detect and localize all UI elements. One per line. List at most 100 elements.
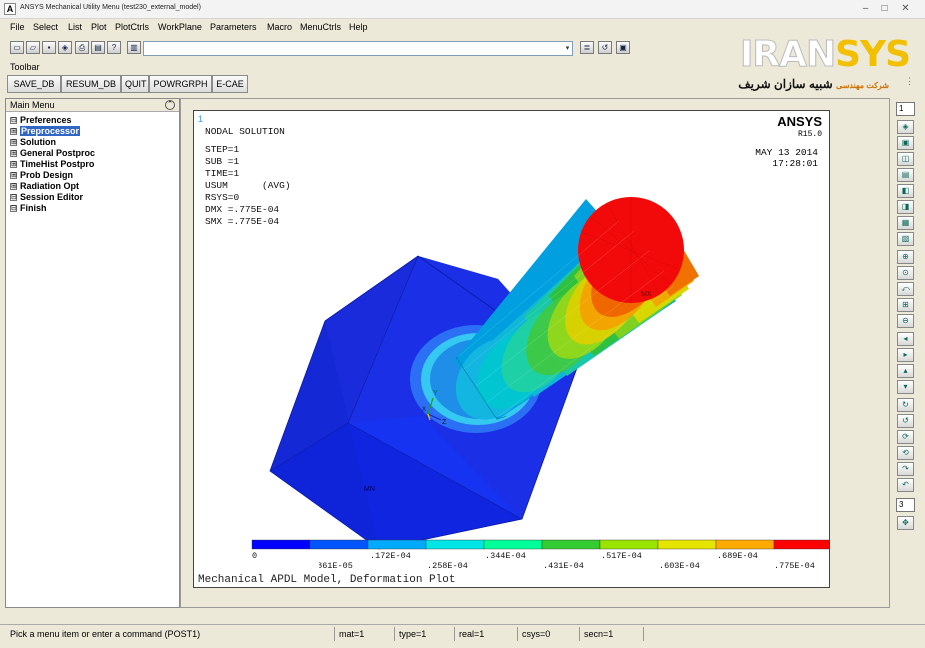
main-menu-header: Main Menu ⌃	[6, 99, 179, 112]
tree-expander-icon: ⊞	[10, 128, 17, 135]
legend-swatch	[541, 539, 601, 550]
legend-label-bottom: .775E-04	[774, 561, 815, 571]
zoom-back-icon[interactable]: ⤺	[897, 282, 914, 296]
command-input[interactable]	[143, 41, 573, 56]
menu-item-prob-design[interactable]: ⊞ Prob Design	[9, 170, 95, 181]
menu-item-preferences[interactable]: ⊟ Preferences	[9, 115, 95, 126]
close-window-button[interactable]: ✕	[897, 1, 914, 16]
menu-list[interactable]: List	[68, 22, 82, 32]
report-generator-icon[interactable]: ▤	[91, 41, 105, 54]
rotate-x-icon[interactable]: ↻	[897, 398, 914, 412]
pan-down-icon[interactable]: ▾	[897, 380, 914, 394]
window-select[interactable]: 1	[896, 102, 915, 116]
main-menu-tree: ⊟ Preferences ⊞ Preprocessor ⊞ Solution ⊞ Ge…	[9, 115, 95, 214]
menu-item-label: Preferences	[20, 115, 72, 125]
menu-item-label: Radiation Opt	[20, 181, 79, 191]
back-view-icon[interactable]: ▤	[897, 168, 914, 182]
max-node-label: MX	[641, 291, 652, 298]
menu-item-general-postproc[interactable]: ⊞ General Postproc	[9, 148, 95, 159]
legend-label-bottom: .431E-04	[543, 561, 584, 571]
front-view-icon[interactable]: ▣	[897, 136, 914, 150]
top-view-icon[interactable]: ◫	[897, 152, 914, 166]
oblique-view-icon[interactable]: ▧	[897, 232, 914, 246]
menu-plotctrls[interactable]: PlotCtrls	[115, 22, 149, 32]
open-file-icon[interactable]: ▱	[26, 41, 40, 54]
abbreviation-icon[interactable]: ▥	[127, 41, 141, 54]
rotate-y-neg-icon[interactable]: ⟲	[897, 446, 914, 460]
view-toolbar: 1 ◈ ▣ ◫ ▤ ◧ ◨ ▦ ▧ ⊕ ⊙ ⤺ ⊞ ⊖ ◂ ▸ ▴ ▾ ↻ ↺ …	[893, 98, 918, 608]
command-recall-icon[interactable]: ↺	[598, 41, 612, 54]
rate-select[interactable]: 3	[896, 498, 915, 512]
contour-legend	[251, 539, 829, 550]
new-file-icon[interactable]: ▭	[10, 41, 24, 54]
legend-swatch	[309, 539, 369, 550]
status-secn: secn=1	[579, 627, 643, 641]
e-cae-button[interactable]: E-CAE	[212, 75, 248, 93]
rotate-y-icon[interactable]: ⟳	[897, 430, 914, 444]
plot-footer: Mechanical APDL Model, Deformation Plot	[198, 574, 455, 586]
resume-db-button[interactable]: RESUM_DB	[61, 75, 121, 93]
menu-parameters[interactable]: Parameters	[210, 22, 257, 32]
right-view-icon[interactable]: ◧	[897, 184, 914, 198]
save-icon[interactable]: ▪	[42, 41, 56, 54]
tree-expander-icon: ⊞	[10, 150, 17, 157]
fit-view-icon[interactable]: ⊞	[897, 298, 914, 312]
menu-item-timehist-postpro[interactable]: ⊞ TimeHist Postpro	[9, 159, 95, 170]
command-history-dropdown-icon[interactable]: ▾	[563, 42, 572, 55]
pan-up-icon[interactable]: ▴	[897, 364, 914, 378]
menu-item-preprocessor[interactable]: ⊞ Preprocessor	[9, 126, 95, 137]
menu-item-radiation-opt[interactable]: ⊞ Radiation Opt	[9, 181, 95, 192]
ansys-window: A ANSYS Mechanical Utility Menu (test230…	[0, 0, 925, 648]
min-node-label: MN	[364, 486, 375, 493]
graphics-window[interactable]: 1 NODAL SOLUTION STEP=1 SUB =1 TIME=1 US…	[193, 110, 830, 588]
collapse-icon[interactable]: ⌃	[165, 100, 175, 110]
menu-item-label: General Postproc	[20, 148, 96, 158]
legend-label-top: .344E-04	[485, 551, 526, 561]
rotate-z-neg-icon[interactable]: ↶	[897, 478, 914, 492]
menu-item-label: Finish	[20, 203, 47, 213]
quit-button[interactable]: QUIT	[121, 75, 149, 93]
logo-persian-main: شبیه سازان شریف	[738, 77, 833, 91]
help-icon[interactable]: ?	[107, 41, 121, 54]
pan-zoom-rotate-icon[interactable]: ◈	[58, 41, 72, 54]
minimize-button[interactable]: –	[857, 1, 874, 16]
command-execute-icon[interactable]: ▣	[616, 41, 630, 54]
toolbar-collapse-icon[interactable]: ⋮	[905, 76, 914, 87]
dynamic-mode-icon[interactable]: ✥	[897, 516, 914, 530]
menu-macro[interactable]: Macro	[267, 22, 292, 32]
maximize-button[interactable]: □	[876, 1, 893, 16]
pan-right-icon[interactable]: ▸	[897, 348, 914, 362]
info-line: SMX =.775E-04	[205, 216, 279, 227]
menu-select[interactable]: Select	[33, 22, 58, 32]
menu-file[interactable]: File	[10, 22, 25, 32]
zoom-icon[interactable]: ⊕	[897, 250, 914, 264]
menu-workplane[interactable]: WorkPlane	[158, 22, 202, 32]
menu-help[interactable]: Help	[349, 22, 368, 32]
status-bar: Pick a menu item or enter a command (POS…	[0, 624, 925, 642]
status-csys: csys=0	[517, 627, 579, 641]
pan-left-icon[interactable]: ◂	[897, 332, 914, 346]
rotate-x-neg-icon[interactable]: ↺	[897, 414, 914, 428]
triad-z-label: Z	[442, 419, 447, 426]
command-history-icon[interactable]: ≣	[580, 41, 594, 54]
menu-item-finish[interactable]: ⊟ Finish	[9, 203, 95, 214]
menu-menuctrls[interactable]: MenuCtrls	[300, 22, 341, 32]
status-real: real=1	[454, 627, 517, 641]
window-number: 1	[198, 114, 203, 124]
legend-labels: 0 .172E-04 .344E-04 .517E-04 .689E-04 .8…	[252, 551, 815, 571]
powrgrph-button[interactable]: POWRGRPH	[149, 75, 212, 93]
left-view-icon[interactable]: ◨	[897, 200, 914, 214]
zoom-box-icon[interactable]: ⊙	[897, 266, 914, 280]
bottom-view-icon[interactable]: ▦	[897, 216, 914, 230]
main-menu-panel: Main Menu ⌃ ⊟ Preferences ⊞ Preprocessor ⊞…	[5, 98, 180, 608]
menu-item-solution[interactable]: ⊞ Solution	[9, 137, 95, 148]
save-db-button[interactable]: SAVE_DB	[7, 75, 61, 93]
info-line: NODAL SOLUTION	[205, 126, 285, 137]
print-icon[interactable]: ⎙	[75, 41, 89, 54]
zoom-out-icon[interactable]: ⊖	[897, 314, 914, 328]
logo-wordmark: IRANSYS	[739, 34, 911, 76]
iso-view-icon[interactable]: ◈	[897, 120, 914, 134]
menu-item-session-editor[interactable]: ⊟ Session Editor	[9, 192, 95, 203]
rotate-z-icon[interactable]: ↷	[897, 462, 914, 476]
menu-plot[interactable]: Plot	[91, 22, 107, 32]
